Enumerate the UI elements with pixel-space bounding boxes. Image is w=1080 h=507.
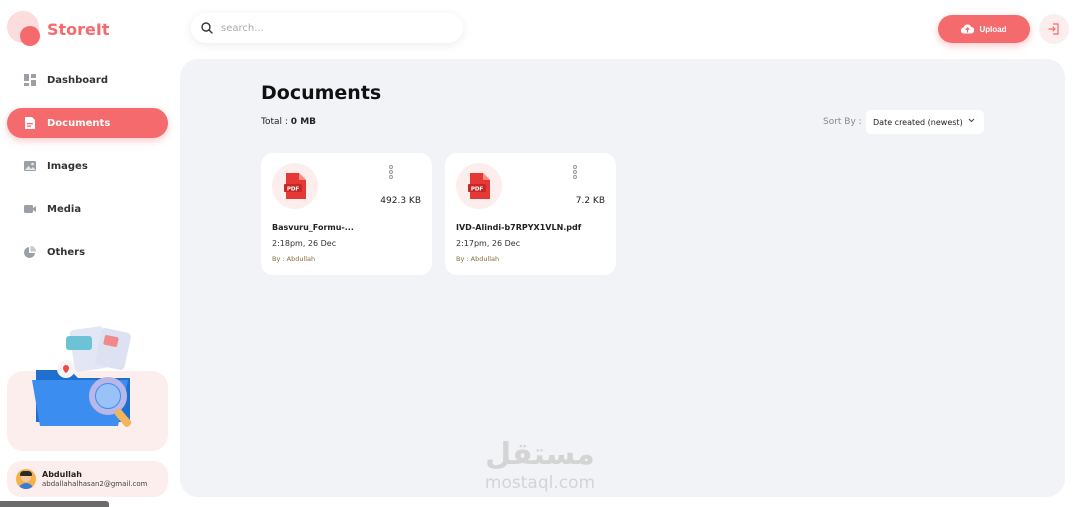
search-input[interactable]	[219, 21, 443, 35]
document-icon	[25, 117, 35, 129]
file-name: IVD-Alindi-b7RPYX1VLN.pdf	[456, 223, 582, 232]
user-name: Abdullah	[42, 470, 82, 480]
file-thumbnail: PDF	[456, 163, 502, 209]
sidebar-item-documents[interactable]: Documents	[7, 108, 168, 138]
sidebar-item-label: Documents	[47, 117, 111, 129]
total-value: 0 MB	[290, 117, 317, 127]
avatar	[16, 469, 36, 489]
file-card[interactable]: PDF 7.2 KB IVD-Alindi-b7RPYX1VLN.pdf 2:1…	[445, 153, 616, 275]
file-date: 2:18pm, 26 Dec	[272, 239, 337, 248]
file-size: 7.2 KB	[575, 196, 605, 206]
sort-dropdown[interactable]: Date created (newest)	[866, 110, 984, 134]
logout-button[interactable]	[1039, 14, 1069, 44]
file-type-label: PDF	[287, 187, 300, 193]
file-thumbnail: PDF	[272, 163, 318, 209]
watermark-latin: mostaql.com	[484, 473, 596, 493]
logo-mark-inner	[20, 26, 40, 46]
sidebar-item-label: Others	[47, 246, 86, 258]
image-icon	[24, 161, 36, 171]
user-profile-card[interactable]: Abdullah abdallahalhasan2@gmail.com	[7, 461, 168, 497]
search-icon	[201, 22, 213, 34]
sort-value: Date created (newest)	[873, 117, 963, 127]
pdf-file-icon: PDF	[468, 173, 490, 199]
video-icon	[24, 205, 36, 213]
file-date: 2:17pm, 26 Dec	[456, 239, 521, 248]
folder-search-illustration	[32, 326, 132, 428]
app-logo[interactable]: StoreIt	[7, 11, 127, 51]
file-size: 492.3 KB	[380, 196, 421, 206]
file-card[interactable]: PDF 492.3 KB Basvuru_Formu-... 2:18pm, 2…	[261, 153, 432, 275]
sidebar-item-dashboard[interactable]: Dashboard	[7, 65, 168, 95]
upload-button-label: Upload	[979, 24, 1007, 34]
mostaql-watermark: مستقل mostaql.com	[473, 437, 607, 497]
search-bar[interactable]	[191, 13, 463, 43]
app-name: StoreIt	[47, 20, 110, 39]
sidebar-nav: Dashboard Documents Images Media Others	[7, 65, 168, 280]
pie-chart-icon	[24, 246, 36, 258]
watermark-arabic: مستقل	[485, 437, 595, 472]
total-label: Total :	[261, 117, 288, 127]
sidebar-item-label: Dashboard	[47, 74, 108, 86]
cloud-upload-icon	[961, 24, 975, 34]
sidebar-item-images[interactable]: Images	[7, 151, 168, 181]
dashboard-icon	[24, 74, 36, 86]
sidebar-item-label: Media	[47, 203, 82, 215]
page-title: Documents	[261, 82, 382, 104]
file-name: Basvuru_Formu-...	[272, 223, 354, 232]
chevron-down-icon	[968, 118, 975, 123]
total-size: Total : 0 MB	[261, 117, 316, 127]
main-content: Documents Total : 0 MB Sort By : Date cr…	[180, 59, 1065, 497]
file-actions-menu[interactable]	[389, 165, 395, 183]
sidebar-item-media[interactable]: Media	[7, 194, 168, 224]
pdf-file-icon: PDF	[284, 173, 306, 199]
user-email: abdallahalhasan2@gmail.com	[42, 479, 148, 488]
file-type-label: PDF	[471, 187, 484, 193]
file-actions-menu[interactable]	[573, 165, 579, 183]
sidebar-item-others[interactable]: Others	[7, 237, 168, 267]
file-owner: By : Abdullah	[456, 255, 500, 263]
sort-label: Sort By :	[823, 117, 862, 127]
sidebar-item-label: Images	[47, 160, 88, 172]
logout-icon	[1048, 23, 1059, 35]
browser-status-bar	[0, 501, 109, 507]
file-owner: By : Abdullah	[272, 255, 316, 263]
upload-button[interactable]: Upload	[938, 15, 1030, 43]
